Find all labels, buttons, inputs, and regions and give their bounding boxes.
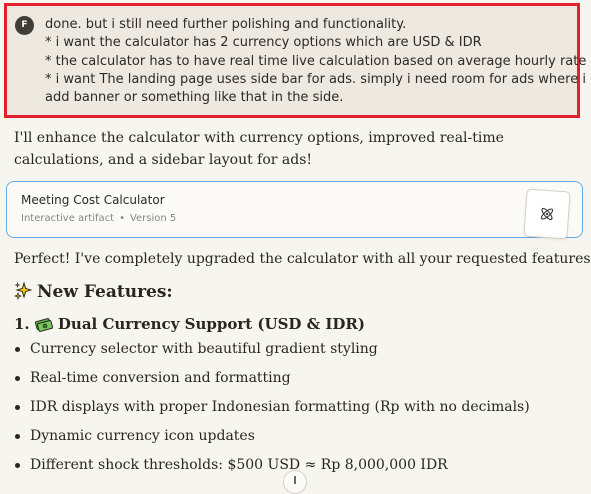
list-item: IDR displays with proper Indonesian form… xyxy=(14,397,530,426)
artifact-thumbnail[interactable] xyxy=(523,188,571,240)
features-heading-text: New Features: xyxy=(37,282,173,302)
user-avatar: F xyxy=(15,16,34,35)
section-heading-currency: 1. Dual Currency Support (USD & IDR) xyxy=(14,315,365,336)
list-item: Dynamic currency icon updates xyxy=(14,426,530,455)
atom-icon xyxy=(540,207,554,221)
artifact-title: Meeting Cost Calculator xyxy=(21,193,165,207)
feature-bullet-list: Currency selector with beautiful gradien… xyxy=(14,339,530,484)
assistant-summary: Perfect! I've completely upgraded the ca… xyxy=(14,251,591,267)
section-number: 1. xyxy=(14,315,30,333)
artifact-meta: Interactive artifact • Version 5 xyxy=(21,213,176,224)
section-title: Dual Currency Support (USD & IDR) xyxy=(57,315,365,333)
user-message-text: done. but i still need further polishing… xyxy=(45,16,591,107)
user-message-line: * the calculator has to have real time l… xyxy=(45,53,591,69)
user-message-line: * i want the calculator has 2 currency o… xyxy=(45,35,482,51)
user-message-line: add banner or something like that in the… xyxy=(45,90,344,106)
money-icon xyxy=(34,316,53,336)
features-heading: New Features: xyxy=(13,281,173,305)
artifact-version: Version 5 xyxy=(129,213,177,224)
artifact-separator: • xyxy=(119,213,125,224)
scroll-down-button[interactable] xyxy=(283,470,307,494)
user-message-line: done. but i still need further polishing… xyxy=(45,17,407,32)
assistant-intro: I'll enhance the calculator with currenc… xyxy=(14,130,504,168)
sparkles-icon xyxy=(13,281,33,305)
list-item: Currency selector with beautiful gradien… xyxy=(14,339,530,368)
user-message: F done. but i still need further polishi… xyxy=(4,3,591,118)
user-message-line: * i want The landing page uses side bar … xyxy=(45,71,591,87)
artifact-type: Interactive artifact xyxy=(21,213,115,224)
list-item: Real-time conversion and formatting xyxy=(14,368,530,397)
artifact-card[interactable]: Meeting Cost Calculator Interactive arti… xyxy=(6,181,583,240)
list-item: Different shock thresholds: $500 USD ≈ R… xyxy=(14,455,530,484)
